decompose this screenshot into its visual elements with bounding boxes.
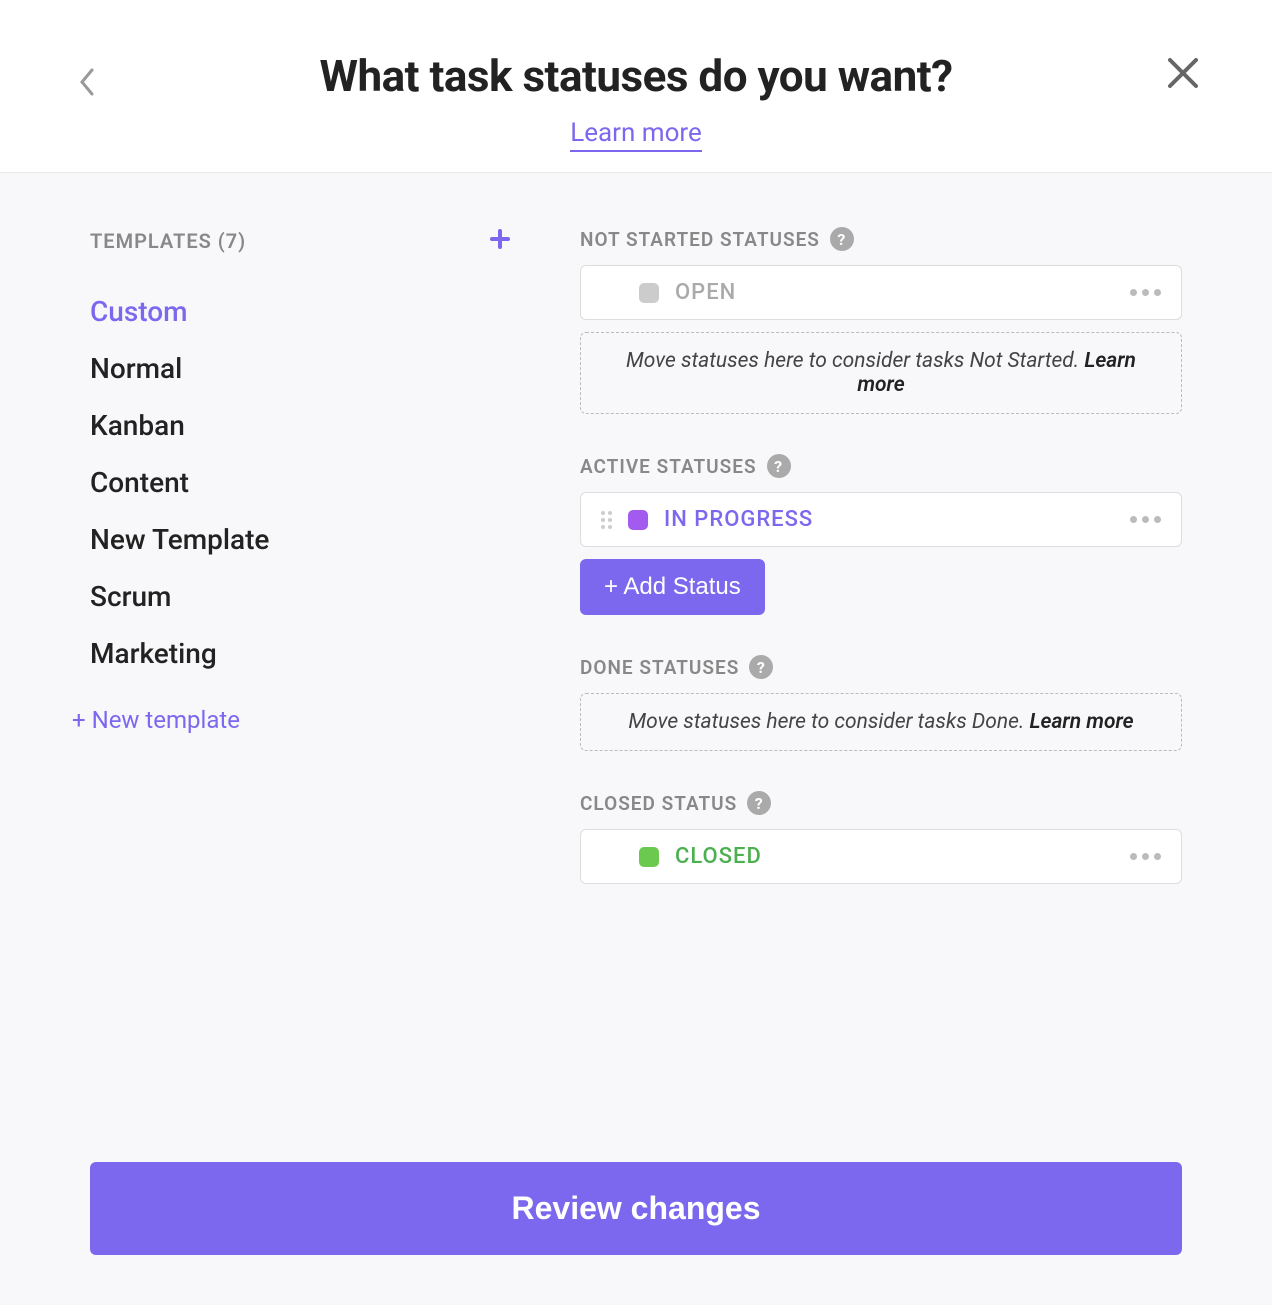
status-color-square: [628, 510, 648, 530]
template-item-custom[interactable]: Custom: [90, 283, 510, 340]
closed-label: CLOSED STATUS: [580, 792, 737, 815]
closed-section: CLOSED STATUS ? CLOSED: [580, 791, 1182, 884]
not-started-dropzone[interactable]: Move statuses here to consider tasks Not…: [580, 332, 1182, 414]
more-icon[interactable]: [1130, 516, 1161, 523]
active-section: ACTIVE STATUSES ? IN PROGRESS + Add Stat…: [580, 454, 1182, 615]
status-card-inprogress[interactable]: IN PROGRESS: [580, 492, 1182, 547]
status-config: NOT STARTED STATUSES ? OPEN Move statuse…: [580, 227, 1182, 1265]
close-button[interactable]: [1164, 54, 1202, 96]
more-icon[interactable]: [1130, 289, 1161, 296]
template-item-normal[interactable]: Normal: [90, 340, 510, 397]
not-started-label: NOT STARTED STATUSES: [580, 228, 820, 251]
templates-heading: TEMPLATES (7): [90, 229, 246, 253]
status-card-closed[interactable]: CLOSED: [580, 829, 1182, 884]
status-label: CLOSED: [675, 844, 1114, 869]
done-label: DONE STATUSES: [580, 656, 739, 679]
header-center: What task statuses do you want? Learn mo…: [60, 50, 1212, 152]
help-icon[interactable]: ?: [747, 791, 771, 815]
page-title: What task statuses do you want?: [60, 50, 1212, 102]
learn-more-inline[interactable]: Learn more: [1030, 710, 1134, 734]
not-started-section: NOT STARTED STATUSES ? OPEN Move statuse…: [580, 227, 1182, 414]
template-item-kanban[interactable]: Kanban: [90, 397, 510, 454]
status-label: IN PROGRESS: [664, 507, 1114, 532]
status-color-square: [639, 847, 659, 867]
template-item-marketing[interactable]: Marketing: [90, 625, 510, 682]
modal-header: What task statuses do you want? Learn mo…: [0, 0, 1272, 173]
review-changes-button[interactable]: Review changes: [90, 1162, 1182, 1255]
learn-more-link[interactable]: Learn more: [570, 118, 702, 152]
more-icon[interactable]: [1130, 853, 1161, 860]
status-color-square: [639, 283, 659, 303]
back-button[interactable]: [78, 68, 96, 103]
done-section: DONE STATUSES ? Move statuses here to co…: [580, 655, 1182, 751]
new-template-link[interactable]: + New template: [72, 706, 510, 734]
active-label: ACTIVE STATUSES: [580, 455, 757, 478]
template-item-new-template[interactable]: New Template: [90, 511, 510, 568]
template-item-scrum[interactable]: Scrum: [90, 568, 510, 625]
status-label: OPEN: [675, 280, 1114, 305]
drag-handle-icon[interactable]: [601, 511, 612, 529]
templates-sidebar: TEMPLATES (7) CustomNormalKanbanContentN…: [90, 227, 510, 1265]
help-icon[interactable]: ?: [749, 655, 773, 679]
content-area: TEMPLATES (7) CustomNormalKanbanContentN…: [0, 173, 1272, 1305]
add-template-icon[interactable]: [490, 227, 510, 255]
add-status-button[interactable]: + Add Status: [580, 559, 765, 615]
template-item-content[interactable]: Content: [90, 454, 510, 511]
help-icon[interactable]: ?: [767, 454, 791, 478]
done-dropzone[interactable]: Move statuses here to consider tasks Don…: [580, 693, 1182, 751]
status-card-open[interactable]: OPEN: [580, 265, 1182, 320]
help-icon[interactable]: ?: [830, 227, 854, 251]
